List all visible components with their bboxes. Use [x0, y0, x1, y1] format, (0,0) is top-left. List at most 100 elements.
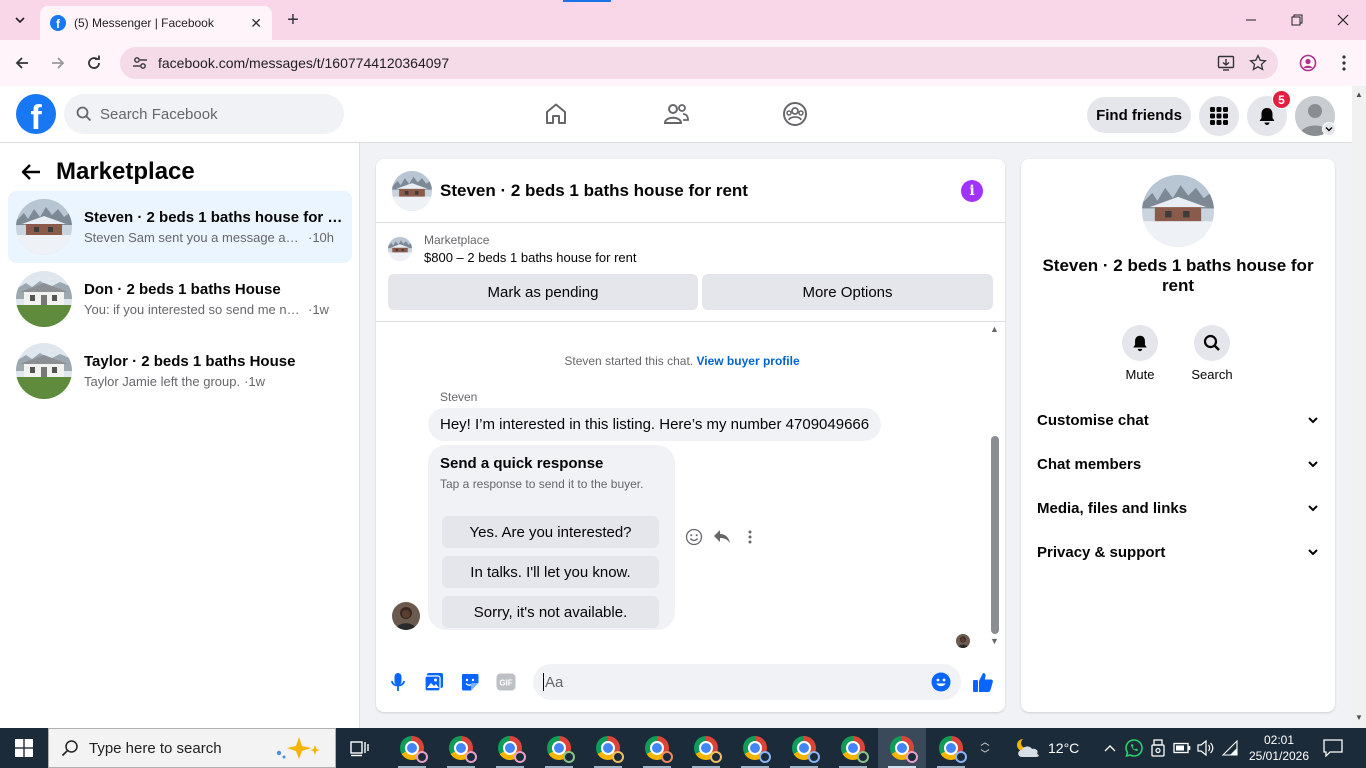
conversation-time: ·1w: [308, 302, 329, 317]
whatsapp-tray-button[interactable]: [1124, 738, 1144, 758]
attach-photo-button[interactable]: [422, 670, 446, 694]
tab-close-icon[interactable]: ✕: [250, 15, 262, 32]
facebook-logo-icon[interactable]: f: [16, 94, 56, 134]
tab-search-dropdown-button[interactable]: [8, 8, 32, 32]
page-scrollbar[interactable]: ▲ ▼: [1352, 86, 1366, 728]
weather-widget[interactable]: 12°C: [1014, 728, 1079, 768]
conversation-item-steven[interactable]: Steven · 2 beds 1 baths house for r... S…: [8, 191, 352, 263]
quick-response-in-talks-button[interactable]: In talks. I'll let you know.: [442, 556, 659, 588]
weather-cloud-moon-icon: [1017, 738, 1039, 757]
install-app-button[interactable]: [1212, 49, 1240, 77]
forward-button[interactable]: [44, 49, 72, 77]
taskbar-chrome-2[interactable]: [437, 728, 485, 768]
facebook-search[interactable]: [64, 94, 344, 134]
chat-scrollbar-thumb[interactable]: [991, 436, 999, 634]
taskbar-overflow-button[interactable]: ︿ ﹀: [976, 728, 994, 768]
nav-home[interactable]: [540, 98, 572, 130]
volume-tray-button[interactable]: [1196, 738, 1216, 758]
search-in-conversation-button[interactable]: Search: [1182, 325, 1242, 382]
taskbar-chrome-3[interactable]: [486, 728, 534, 768]
taskbar-chrome-1[interactable]: [388, 728, 436, 768]
minimize-button[interactable]: [1228, 0, 1274, 40]
marketplace-listing-info[interactable]: Marketplace $800 – 2 beds 1 baths house …: [388, 233, 637, 265]
taskbar-chrome-9[interactable]: [780, 728, 828, 768]
react-button[interactable]: [684, 527, 704, 547]
message-input-wrapper[interactable]: [533, 664, 961, 700]
bookmark-button[interactable]: [1244, 49, 1272, 77]
conversation-item-taylor[interactable]: Taylor · 2 beds 1 baths House Taylor Jam…: [8, 335, 352, 407]
scroll-up-arrow-icon[interactable]: ▲: [990, 324, 999, 334]
taskbar-chrome-4[interactable]: [535, 728, 583, 768]
show-hidden-icons-button[interactable]: [1100, 738, 1120, 758]
mark-as-pending-button[interactable]: Mark as pending: [388, 274, 698, 310]
more-message-actions-button[interactable]: [740, 527, 760, 547]
taskbar-chrome-10[interactable]: [829, 728, 877, 768]
back-button[interactable]: [8, 49, 36, 77]
reply-button[interactable]: [712, 527, 732, 547]
chat-listing-thumbnail[interactable]: [392, 171, 432, 211]
listing-thumbnail: [388, 237, 412, 261]
browser-toolbar: facebook.com/messages/t/1607744120364097: [0, 40, 1366, 86]
browser-tab-messenger[interactable]: f (5) Messenger | Facebook ✕: [40, 6, 272, 40]
taskbar-chrome-7[interactable]: [682, 728, 730, 768]
message-bubble[interactable]: Hey! I’m interested in this listing. Her…: [428, 408, 882, 441]
view-buyer-profile-link[interactable]: View buyer profile: [696, 354, 799, 368]
facebook-header: f Find friends 5: [0, 86, 1352, 143]
sender-avatar[interactable]: [392, 602, 420, 630]
taskbar-chrome-12[interactable]: [927, 728, 975, 768]
quick-response-not-available-button[interactable]: Sorry, it's not available.: [442, 596, 659, 628]
new-tab-button[interactable]: +: [282, 8, 304, 32]
scroll-down-arrow-icon[interactable]: ▼: [990, 636, 999, 646]
quick-response-yes-button[interactable]: Yes. Are you interested?: [442, 516, 659, 548]
profile-button[interactable]: [1294, 49, 1322, 77]
scroll-up-arrow-icon[interactable]: ▲: [1355, 90, 1363, 99]
task-view-button[interactable]: [336, 728, 384, 768]
emoji-icon[interactable]: [931, 672, 951, 692]
conversation-item-don[interactable]: Don · 2 beds 1 baths House You: if you i…: [8, 263, 352, 335]
start-button[interactable]: [0, 728, 48, 768]
chrome-icon: [498, 736, 526, 763]
taskbar-clock[interactable]: 02:01 25/01/2026: [1244, 732, 1314, 764]
chat-members-section[interactable]: Chat members: [1029, 444, 1327, 484]
back-to-chats-button[interactable]: [16, 157, 46, 187]
menu-button[interactable]: [1199, 96, 1239, 136]
listing-photo[interactable]: [1142, 175, 1214, 247]
taskbar-chrome-11-active[interactable]: [878, 728, 926, 768]
voice-clip-button[interactable]: [386, 670, 410, 694]
marketplace-label: Marketplace: [424, 233, 490, 247]
taskbar-chrome-8[interactable]: [731, 728, 779, 768]
search-label: Search: [1191, 367, 1233, 382]
customise-chat-section[interactable]: Customise chat: [1029, 400, 1327, 440]
usb-tray-button[interactable]: [1148, 738, 1168, 758]
scroll-down-arrow-icon[interactable]: ▼: [1355, 713, 1363, 722]
chevron-down-icon: [1308, 549, 1318, 556]
address-bar[interactable]: facebook.com/messages/t/1607744120364097: [120, 47, 1278, 79]
chat-title[interactable]: Steven · 2 beds 1 baths house for rent: [440, 181, 961, 201]
nav-groups[interactable]: [779, 98, 811, 130]
info-icon[interactable]: i: [961, 179, 983, 202]
media-files-links-section[interactable]: Media, files and links: [1029, 488, 1327, 528]
network-tray-button[interactable]: [1220, 738, 1240, 758]
conversation-info-panel: Steven · 2 beds 1 baths house for rent M…: [1021, 159, 1335, 712]
search-input[interactable]: [100, 105, 320, 123]
more-options-button[interactable]: More Options: [702, 274, 993, 310]
taskbar-chrome-6[interactable]: [633, 728, 681, 768]
message-input[interactable]: [545, 673, 931, 691]
restore-button[interactable]: [1274, 0, 1320, 40]
battery-tray-button[interactable]: [1172, 738, 1192, 758]
browser-menu-button[interactable]: [1330, 49, 1358, 77]
nav-friends[interactable]: [660, 98, 692, 130]
notification-center-button[interactable]: [1322, 738, 1344, 758]
account-chevron[interactable]: [1322, 122, 1336, 136]
reload-button[interactable]: [80, 49, 108, 77]
privacy-support-section[interactable]: Privacy & support: [1029, 532, 1327, 572]
mute-button[interactable]: Mute: [1110, 325, 1170, 382]
find-friends-button[interactable]: Find friends: [1087, 97, 1191, 133]
taskbar-search-box[interactable]: Type here to search: [48, 728, 336, 768]
sticker-button[interactable]: [458, 670, 482, 694]
send-like-button[interactable]: [971, 670, 995, 694]
site-settings-icon[interactable]: [132, 55, 148, 71]
gif-button[interactable]: GIF: [494, 670, 518, 694]
taskbar-chrome-5[interactable]: [584, 728, 632, 768]
close-window-button[interactable]: [1320, 0, 1366, 40]
